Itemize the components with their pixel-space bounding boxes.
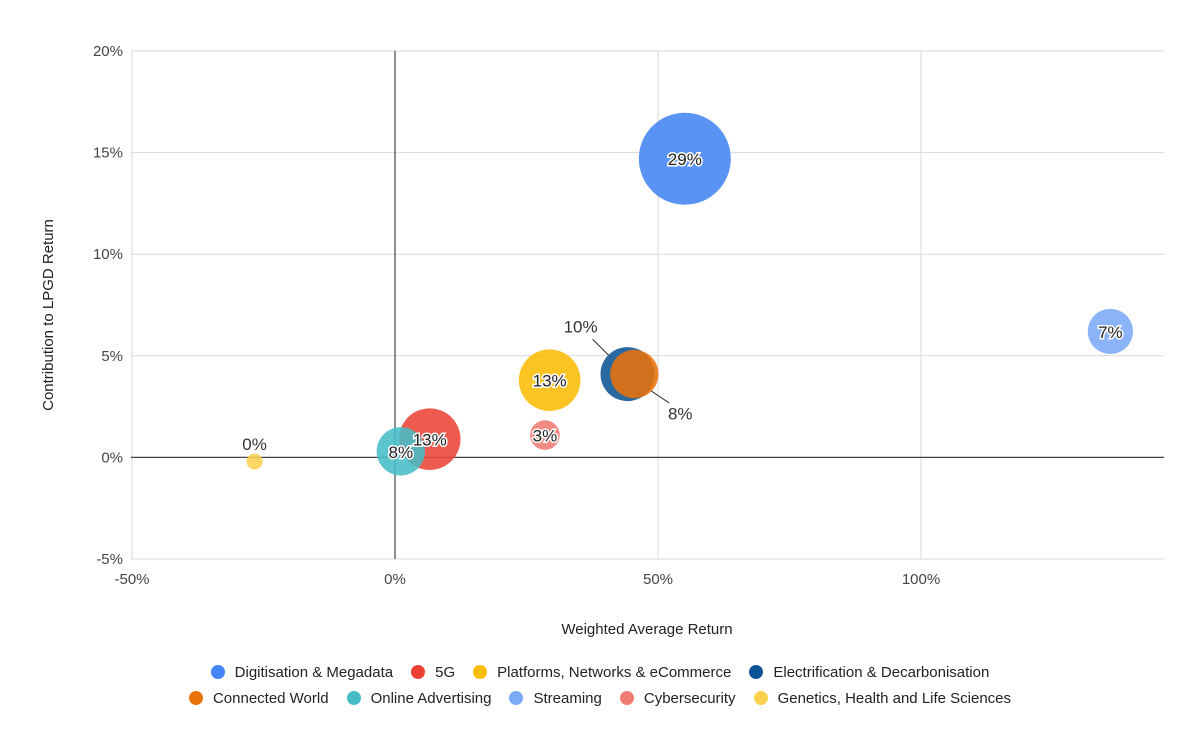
legend-marker-icon: [210, 665, 225, 679]
legend-label: Online Advertising: [370, 689, 492, 707]
axes: -5% 0% 5% 10% 15% 20% -50% 0% 50% 100%: [93, 43, 1164, 588]
legend-item[interactable]: Digitisation & Megadata: [210, 663, 394, 681]
y-tick-label: 0%: [101, 449, 123, 466]
y-tick-label: 5%: [101, 348, 123, 365]
legend-item[interactable]: Genetics, Health and Life Sciences: [753, 689, 1012, 707]
bubble-label: 13%: [413, 431, 447, 450]
bubble-label: 8%: [668, 405, 693, 424]
x-tick-label: 50%: [643, 571, 673, 588]
legend-marker-icon: [473, 665, 488, 679]
callout-line: [650, 390, 670, 404]
x-axis-title: Weighted Average Return: [561, 621, 732, 638]
legend-item[interactable]: 5G: [411, 664, 455, 681]
legend-label: Platforms, Networks & eCommerce: [497, 663, 732, 681]
y-tick-label: 10%: [93, 246, 123, 263]
bubble-label: 13%: [533, 372, 567, 391]
bubble-label: 7%: [1098, 323, 1123, 342]
legend-marker-icon: [509, 691, 524, 705]
legend-label: Cybersecurity: [643, 689, 736, 707]
bubble-label: 29%: [668, 150, 702, 169]
y-axis-title: Contribution to LPGD Return: [40, 219, 57, 411]
legend-item[interactable]: Streaming: [509, 689, 602, 707]
x-tick-label: 100%: [902, 571, 940, 588]
legend: Digitisation & Megadata 5G Platforms, Netw…: [0, 659, 1200, 711]
bubble-label: 0%: [242, 435, 267, 454]
y-tick-label: 15%: [93, 145, 123, 162]
legend-marker-icon: [753, 691, 768, 705]
legend-row: Connected World Online Advertising Streami…: [0, 685, 1200, 711]
y-tick-label: -5%: [96, 551, 123, 568]
legend-item[interactable]: Platforms, Networks & eCommerce: [473, 664, 731, 681]
x-tick-label: 0%: [384, 571, 406, 588]
legend-label: Digitisation & Megadata: [234, 663, 394, 681]
legend-item[interactable]: Cybersecurity: [619, 689, 736, 707]
legend-marker-icon: [749, 665, 764, 679]
legend-item[interactable]: Online Advertising: [346, 689, 492, 707]
bubble-label: 10%: [564, 318, 598, 337]
y-tick-label: 20%: [93, 43, 123, 60]
legend-marker-icon: [346, 691, 361, 705]
bubble-label: 8%: [388, 443, 413, 462]
legend-item[interactable]: Electrification & Decarbonisation: [749, 664, 989, 681]
legend-marker-icon: [619, 691, 634, 705]
callout-line: [592, 338, 609, 356]
legend-label: Electrification & Decarbonisation: [773, 663, 990, 681]
legend-marker-icon: [188, 691, 203, 705]
legend-row: Digitisation & Megadata 5G Platforms, Netw…: [0, 659, 1200, 685]
bubble-label: 3%: [533, 427, 558, 446]
legend-marker-icon: [411, 665, 426, 679]
legend-item[interactable]: Connected World: [188, 689, 329, 707]
x-tick-label: -50%: [114, 571, 149, 588]
legend-label: Genetics, Health and Life Sciences: [777, 689, 1012, 707]
bubble-chart: -5% 0% 5% 10% 15% 20% -50% 0% 50% 100% 29% 13% 13% 1…: [40, 43, 1164, 638]
gridlines: [131, 50, 1164, 560]
legend-label: Connected World: [212, 689, 329, 707]
legend-label: 5G: [435, 663, 456, 681]
bubble: [246, 453, 263, 470]
legend-label: Streaming: [533, 689, 602, 707]
